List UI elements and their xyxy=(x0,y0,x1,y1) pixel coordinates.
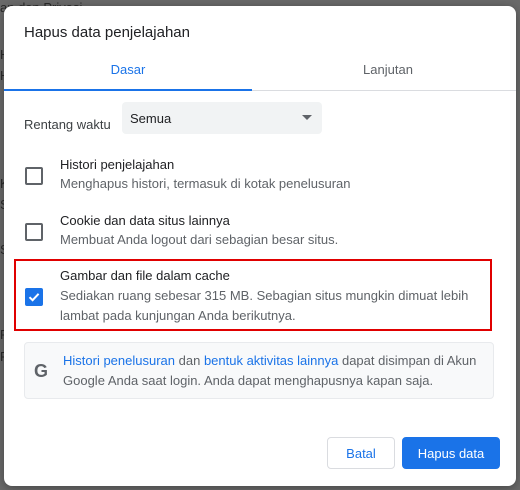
cookies-title: Cookie dan data situs lainnya xyxy=(60,213,230,228)
tab-advanced[interactable]: Lanjutan xyxy=(260,50,516,90)
cookies-description: Membuat Anda logout dari sebagian besar … xyxy=(60,232,339,247)
time-range-value: Semua xyxy=(130,111,172,126)
info-connector-text: dan xyxy=(175,353,204,368)
dropdown-arrow-icon xyxy=(302,115,312,120)
checkbox-browsing-history[interactable] xyxy=(25,167,43,185)
check-icon xyxy=(28,293,40,302)
time-range-label: Rentang waktu xyxy=(24,117,111,132)
active-tab-indicator xyxy=(4,89,252,91)
google-account-info: G Histori penelusuran dan bentuk aktivit… xyxy=(24,342,494,399)
checkbox-cached-images[interactable] xyxy=(25,288,43,306)
cancel-button[interactable]: Batal xyxy=(327,437,395,469)
search-history-link[interactable]: Histori penelusuran xyxy=(63,353,175,368)
clear-browsing-data-dialog: Hapus data penjelajahan Dasar Lanjutan R… xyxy=(4,6,516,486)
tab-basic[interactable]: Dasar xyxy=(4,50,252,90)
other-activity-link[interactable]: bentuk aktivitas lainnya xyxy=(204,353,338,368)
google-g-icon: G xyxy=(34,361,49,381)
cached-images-title: Gambar dan file dalam cache xyxy=(60,268,230,283)
info-text: Histori penelusuran dan bentuk aktivitas… xyxy=(63,351,483,391)
clear-data-button[interactable]: Hapus data xyxy=(402,437,500,469)
cached-images-description: Sediakan ruang sebesar 315 MB. Sebagian … xyxy=(60,288,469,323)
browsing-history-description: Menghapus histori, termasuk di kotak pen… xyxy=(60,176,351,191)
checkbox-cookies[interactable] xyxy=(25,223,43,241)
time-range-select[interactable]: Semua xyxy=(122,102,322,134)
browsing-history-title: Histori penjelajahan xyxy=(60,157,175,172)
dialog-title: Hapus data penjelajahan xyxy=(24,24,190,41)
tab-bar: Dasar Lanjutan xyxy=(4,50,516,91)
